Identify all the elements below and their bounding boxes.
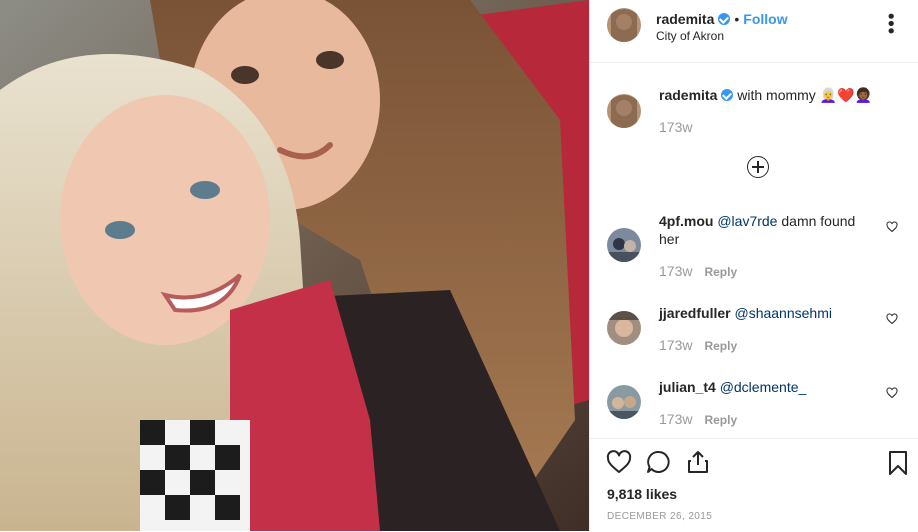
caption: rademita with mommy 👩‍🦳❤️👩🏾‍🦱 bbox=[659, 87, 899, 104]
comment-username[interactable]: 4pf.mou bbox=[659, 213, 713, 229]
post-modal: rademita • Follow City of Akron ••• rademi… bbox=[0, 0, 918, 531]
comment-username[interactable]: julian_t4 bbox=[659, 379, 716, 395]
post-photo[interactable] bbox=[0, 0, 589, 531]
like-comment-icon[interactable] bbox=[886, 221, 898, 233]
reply-button[interactable]: Reply bbox=[704, 339, 737, 353]
like-comment-icon[interactable] bbox=[886, 313, 898, 325]
comment-mention[interactable]: @lav7rde bbox=[717, 213, 777, 229]
caption-username[interactable]: rademita bbox=[659, 87, 717, 103]
comment-avatar[interactable] bbox=[607, 228, 641, 262]
post-date[interactable]: DECEMBER 26, 2015 bbox=[607, 511, 712, 522]
comment-time[interactable]: 173w bbox=[659, 411, 692, 427]
reply-button[interactable]: Reply bbox=[704, 265, 737, 279]
share-icon[interactable] bbox=[686, 450, 710, 474]
save-bookmark-icon[interactable] bbox=[888, 450, 908, 476]
caption-emojis: 👩‍🦳❤️👩🏾‍🦱 bbox=[819, 87, 872, 103]
comment-mention[interactable]: @dclemente_ bbox=[720, 379, 807, 395]
plaid-scarf bbox=[140, 420, 250, 531]
comment-meta: 173w Reply bbox=[659, 263, 737, 279]
caption-avatar[interactable] bbox=[607, 94, 641, 128]
comment-avatar[interactable] bbox=[607, 311, 641, 345]
separator-dot: • bbox=[734, 11, 740, 27]
comment-mention[interactable]: @shaannsehmi bbox=[734, 305, 832, 321]
post-actions: 9,818 likes DECEMBER 26, 2015 bbox=[590, 438, 918, 532]
comment: julian_t4 @dclemente_ bbox=[659, 378, 879, 396]
load-more-comments-icon[interactable] bbox=[747, 156, 769, 178]
like-icon[interactable] bbox=[606, 450, 632, 474]
avatar[interactable] bbox=[607, 8, 641, 42]
reply-button[interactable]: Reply bbox=[704, 413, 737, 427]
selfie-photo-illustration bbox=[0, 0, 589, 531]
comment-avatar[interactable] bbox=[607, 385, 641, 419]
likes-count[interactable]: 9,818 likes bbox=[607, 486, 677, 502]
comment: 4pf.mou @lav7rde damn found her bbox=[659, 212, 879, 248]
comment-time[interactable]: 173w bbox=[659, 337, 692, 353]
comment-meta: 173w Reply bbox=[659, 411, 737, 427]
caption-time[interactable]: 173w bbox=[659, 119, 692, 135]
like-comment-icon[interactable] bbox=[886, 387, 898, 399]
comment-username[interactable]: jjaredfuller bbox=[659, 305, 731, 321]
more-options-icon[interactable]: ••• bbox=[881, 13, 901, 35]
location-link[interactable]: City of Akron bbox=[656, 29, 724, 43]
post-details-panel: rademita • Follow City of Akron ••• rademi… bbox=[589, 0, 918, 531]
header-line: rademita • Follow bbox=[656, 11, 788, 27]
caption-text: with mommy bbox=[737, 87, 816, 103]
post-header: rademita • Follow City of Akron ••• bbox=[590, 0, 918, 63]
username-link[interactable]: rademita bbox=[656, 11, 714, 27]
comment-time[interactable]: 173w bbox=[659, 263, 692, 279]
verified-badge-icon bbox=[718, 13, 731, 25]
comment: jjaredfuller @shaannsehmi bbox=[659, 304, 879, 322]
comment-icon[interactable] bbox=[646, 450, 672, 474]
verified-badge-icon bbox=[721, 89, 734, 101]
comment-meta: 173w Reply bbox=[659, 337, 737, 353]
follow-button[interactable]: Follow bbox=[743, 11, 787, 27]
